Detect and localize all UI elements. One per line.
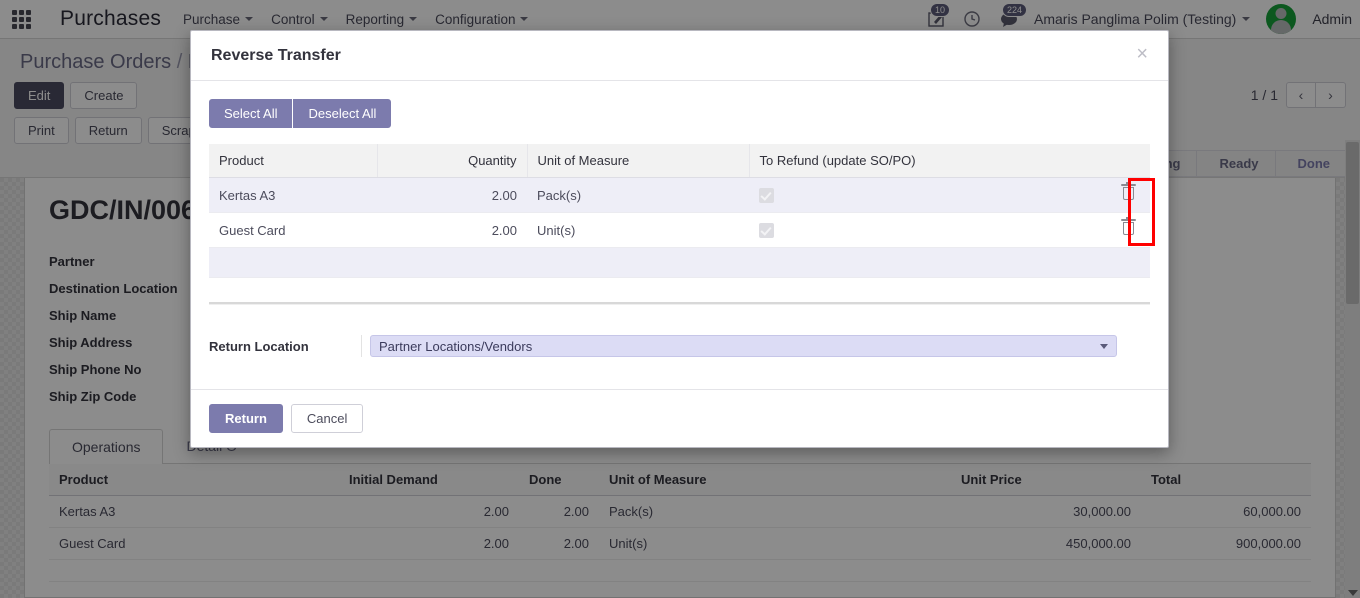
col-quantity: Quantity	[377, 144, 528, 178]
return-location-value: Partner Locations/Vendors	[379, 338, 533, 354]
empty-row-cell	[209, 247, 1150, 279]
table-row-empty[interactable]	[209, 247, 1150, 279]
section-divider-light	[209, 304, 1150, 306]
selection-buttons: Select All Deselect All	[209, 99, 1150, 128]
cell-uom: Unit(s)	[527, 212, 749, 249]
reverse-transfer-lines-table: Product Quantity Unit of Measure To Refu…	[209, 144, 1150, 279]
trash-icon[interactable]	[1120, 182, 1136, 201]
cell-to-refund[interactable]	[749, 212, 1106, 249]
to-refund-checkbox[interactable]	[759, 223, 774, 239]
table-row[interactable]: Guest Card 2.00 Unit(s)	[209, 212, 1150, 249]
cancel-button[interactable]: Cancel	[290, 404, 364, 434]
select-all-button[interactable]: Select All	[209, 99, 293, 128]
cell-quantity: 2.00	[377, 177, 527, 214]
return-location-row: Return Location Partner Locations/Vendor…	[209, 335, 1150, 361]
cell-uom: Pack(s)	[527, 177, 749, 214]
cell-product: Guest Card	[209, 212, 377, 249]
col-to-refund: To Refund (update SO/PO)	[749, 144, 1106, 178]
chevron-down-icon	[1100, 343, 1108, 349]
reverse-transfer-dialog: Reverse Transfer × Select All Deselect A…	[190, 30, 1169, 449]
return-location-select[interactable]: Partner Locations/Vendors	[370, 335, 1117, 358]
close-icon[interactable]: ×	[1136, 44, 1148, 64]
col-unit-of-measure: Unit of Measure	[527, 144, 750, 178]
table-header-row: Product Quantity Unit of Measure To Refu…	[209, 144, 1150, 178]
return-location-label: Return Location	[209, 338, 309, 354]
col-actions	[1106, 144, 1150, 178]
col-product: Product	[209, 144, 378, 178]
cell-to-refund[interactable]	[749, 177, 1106, 214]
cell-delete[interactable]	[1106, 177, 1150, 214]
cell-product: Kertas A3	[209, 177, 377, 214]
dialog-footer: Return Cancel	[191, 389, 1168, 447]
cell-quantity: 2.00	[377, 212, 527, 249]
table-row[interactable]: Kertas A3 2.00 Pack(s)	[209, 177, 1150, 214]
trash-icon[interactable]	[1120, 217, 1136, 236]
dialog-header: Reverse Transfer ×	[191, 31, 1168, 81]
cell-delete[interactable]	[1106, 212, 1150, 249]
deselect-all-button[interactable]: Deselect All	[293, 99, 392, 128]
dialog-title: Reverse Transfer	[211, 47, 341, 64]
field-divider	[361, 335, 362, 358]
dialog-body: Select All Deselect All Product Quantity…	[191, 81, 1168, 361]
return-confirm-button[interactable]: Return	[209, 404, 283, 434]
to-refund-checkbox[interactable]	[759, 188, 774, 204]
